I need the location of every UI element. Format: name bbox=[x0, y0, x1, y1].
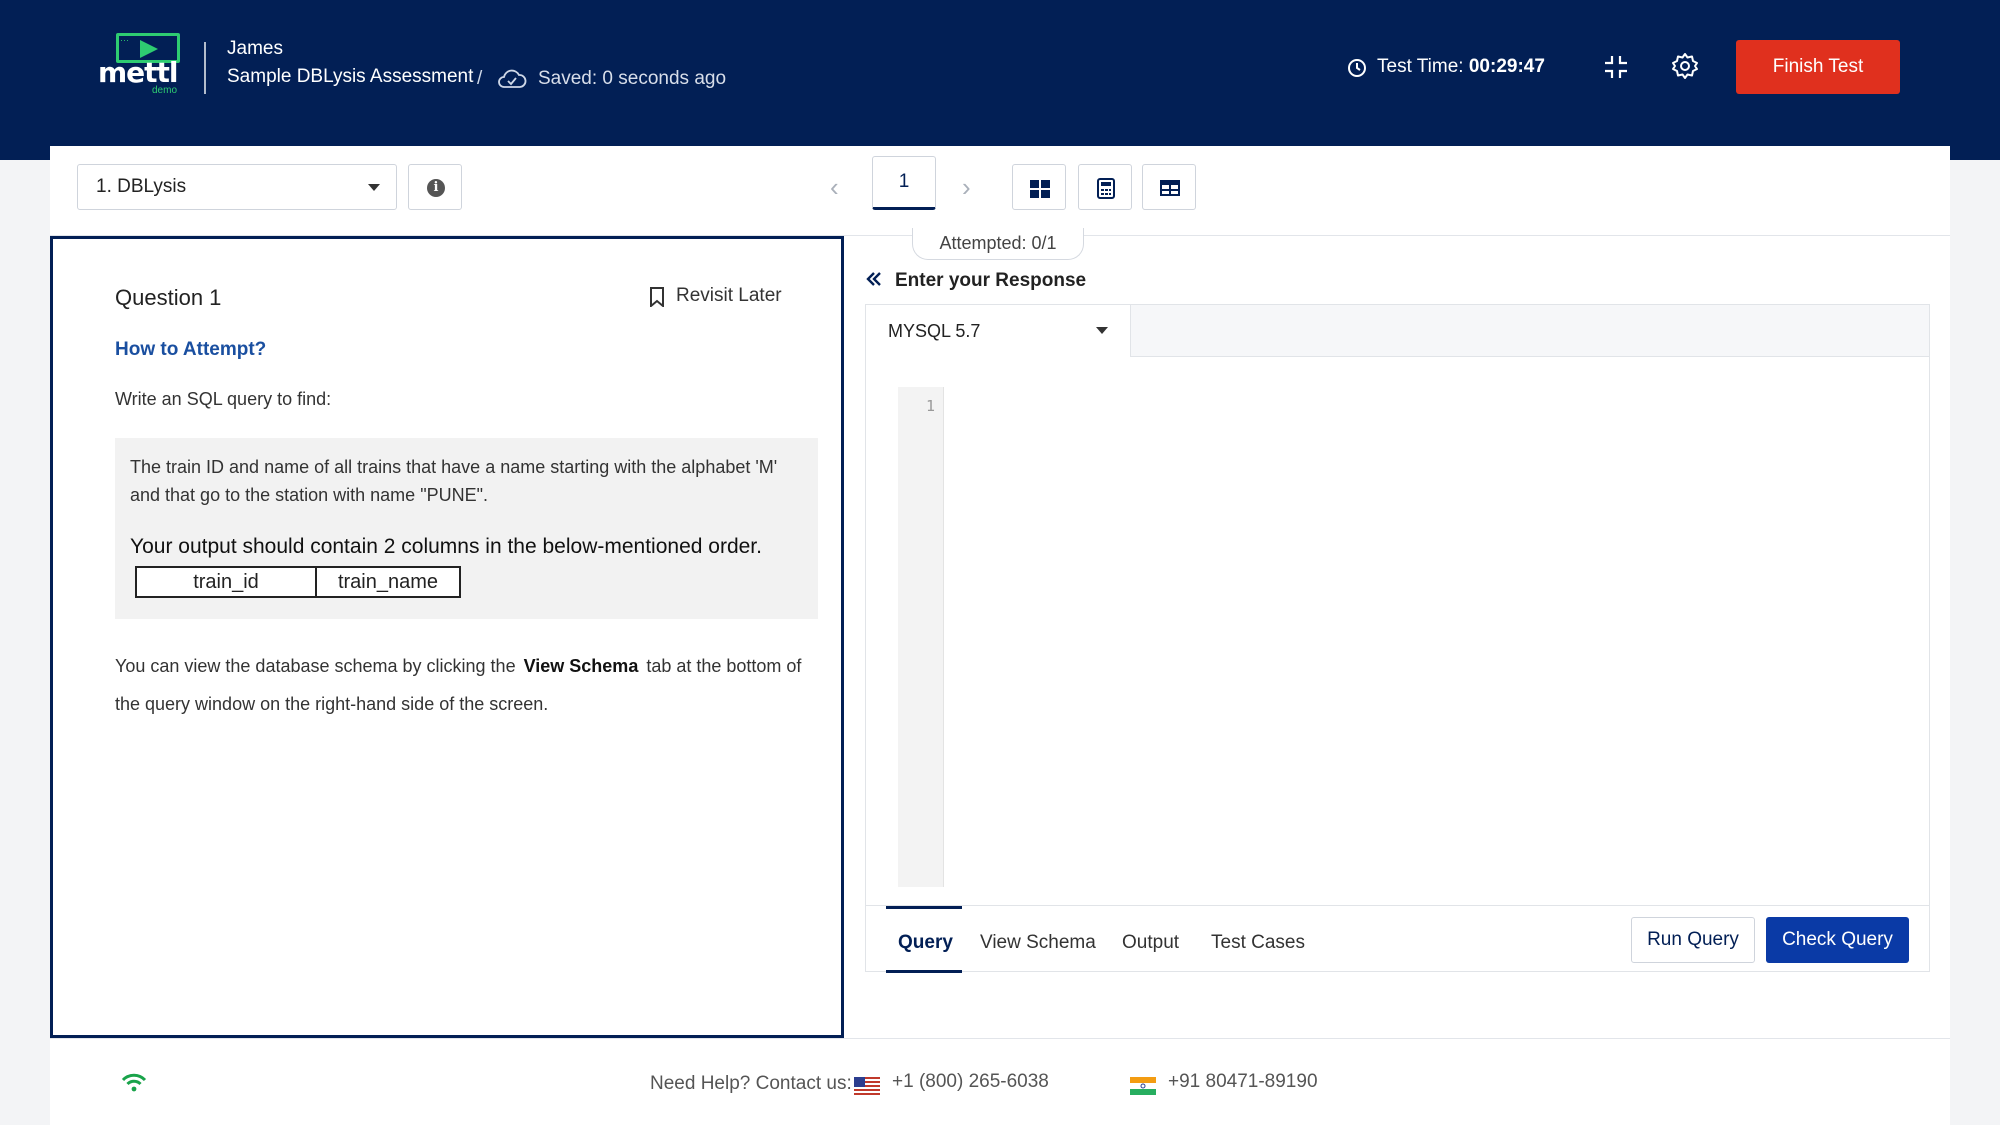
footer: Need Help? Contact us: +1 (800) 265-6038… bbox=[50, 1038, 1950, 1125]
active-tab-top-indicator bbox=[886, 906, 962, 909]
tab-view-schema[interactable]: View Schema bbox=[980, 932, 1096, 954]
caret-down-icon bbox=[1096, 327, 1108, 334]
table-view-button[interactable] bbox=[1142, 164, 1196, 210]
check-query-button[interactable]: Check Query bbox=[1766, 917, 1909, 963]
previous-question-button[interactable]: ‹ bbox=[830, 172, 839, 203]
question-panel: Question 1 Revisit Later How to Attempt?… bbox=[50, 236, 844, 1038]
cloud-check-icon bbox=[498, 69, 527, 88]
test-card: 1. DBLysis i ‹ 1 › Attempted: 0/1 Questi… bbox=[50, 146, 1950, 1125]
info-button[interactable]: i bbox=[408, 164, 462, 210]
output-columns-table: train_id train_name bbox=[135, 566, 461, 598]
response-header: Enter your Response bbox=[895, 270, 1087, 291]
wifi-icon bbox=[121, 1073, 147, 1092]
calculator-button[interactable] bbox=[1078, 164, 1132, 210]
tab-test-cases[interactable]: Test Cases bbox=[1211, 932, 1305, 954]
question-toolbar: 1. DBLysis i ‹ 1 › Attempted: 0/1 bbox=[50, 146, 1950, 260]
attempted-badge: Attempted: 0/1 bbox=[912, 228, 1084, 260]
finish-test-button[interactable]: Finish Test bbox=[1736, 40, 1900, 94]
help-label: Need Help? Contact us: bbox=[650, 1073, 852, 1094]
run-query-button[interactable]: Run Query bbox=[1631, 917, 1755, 963]
question-statement-box: The train ID and name of all trains that… bbox=[115, 438, 818, 619]
question-problem: The train ID and name of all trains that… bbox=[130, 457, 778, 505]
bookmark-icon bbox=[650, 287, 664, 307]
output-column: train_name bbox=[315, 566, 461, 598]
query-editor-panel: MYSQL 5.7 1 Query View Schema Output Tes… bbox=[865, 304, 1930, 973]
caret-down-icon bbox=[368, 184, 380, 191]
database-select-value: MYSQL 5.7 bbox=[888, 321, 981, 341]
section-select-value: 1. DBLysis bbox=[96, 176, 187, 197]
exit-fullscreen-icon[interactable] bbox=[1603, 54, 1629, 80]
top-header: ··· mettl demo James Sample DBLysis Asse… bbox=[0, 0, 2000, 160]
us-flag-icon bbox=[854, 1077, 880, 1095]
schema-note-pre: You can view the database schema by clic… bbox=[115, 656, 516, 676]
calculator-icon bbox=[1097, 178, 1115, 199]
editor-tabs: Query View Schema Output Test Cases Run … bbox=[866, 905, 1929, 973]
schema-note: You can view the database schema by clic… bbox=[115, 647, 815, 723]
us-phone-number[interactable]: +1 (800) 265-6038 bbox=[892, 1071, 1049, 1093]
next-question-button[interactable]: › bbox=[962, 172, 971, 203]
test-time: Test Time: 00:29:47 bbox=[1377, 56, 1545, 78]
output-column: train_id bbox=[135, 566, 317, 598]
how-to-attempt-link[interactable]: How to Attempt? bbox=[115, 339, 266, 361]
collapse-left-icon[interactable] bbox=[865, 270, 883, 288]
database-select[interactable]: MYSQL 5.7 bbox=[866, 305, 1131, 357]
info-icon: i bbox=[427, 179, 445, 197]
breadcrumb-separator: / bbox=[477, 68, 483, 89]
question-title: Question 1 bbox=[115, 285, 222, 310]
tab-query[interactable]: Query bbox=[898, 932, 953, 954]
india-flag-icon bbox=[1130, 1077, 1156, 1095]
table-icon bbox=[1160, 180, 1180, 196]
tab-output[interactable]: Output bbox=[1122, 932, 1179, 954]
assessment-name: Sample DBLysis Assessment bbox=[227, 66, 474, 87]
output-note: Your output should contain 2 columns in … bbox=[130, 535, 762, 558]
grid-icon bbox=[1030, 180, 1050, 198]
question-intro: Write an SQL query to find: bbox=[115, 389, 332, 409]
header-divider bbox=[204, 42, 206, 94]
query-input[interactable] bbox=[946, 387, 1906, 887]
india-phone-number[interactable]: +91 80471-89190 bbox=[1168, 1071, 1318, 1093]
schema-note-bold: View Schema bbox=[523, 656, 639, 676]
editor-header: MYSQL 5.7 bbox=[866, 305, 1929, 357]
active-tab-indicator bbox=[886, 970, 962, 973]
logo-dots: ··· bbox=[120, 35, 129, 45]
saved-status: Saved: 0 seconds ago bbox=[538, 68, 727, 89]
section-select[interactable]: 1. DBLysis bbox=[77, 164, 397, 210]
question-grid-button[interactable] bbox=[1012, 164, 1066, 210]
revisit-later-label: Revisit Later bbox=[676, 285, 782, 306]
line-number: 1 bbox=[925, 397, 935, 415]
test-time-label: Test Time: bbox=[1377, 56, 1464, 77]
logo-sub: demo bbox=[152, 85, 178, 96]
gear-icon[interactable] bbox=[1671, 52, 1699, 80]
question-number-button[interactable]: 1 bbox=[872, 156, 936, 210]
test-time-value: 00:29:47 bbox=[1468, 56, 1545, 77]
line-number-gutter: 1 bbox=[898, 387, 944, 887]
clock-icon bbox=[1348, 59, 1366, 77]
user-name: James bbox=[227, 38, 283, 59]
